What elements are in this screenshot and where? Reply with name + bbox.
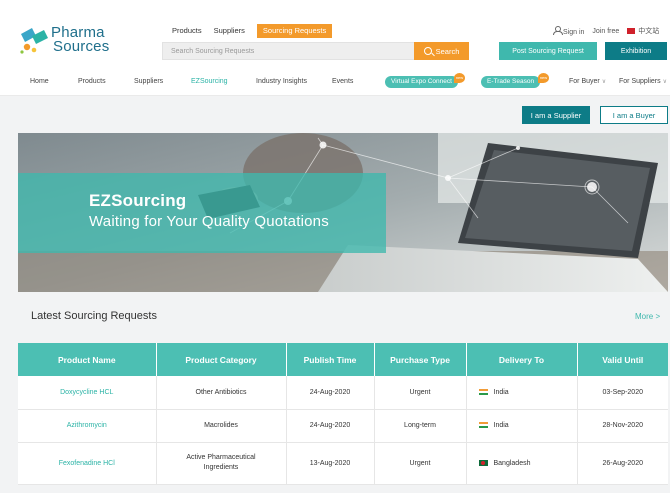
post-sourcing-request-button[interactable]: Post Sourcing Request bbox=[499, 42, 597, 60]
purchase-type: Urgent bbox=[374, 442, 467, 485]
col-delivery-to: Delivery To bbox=[466, 343, 578, 376]
ezsourcing-banner[interactable]: EZSourcing Waiting for Your Quality Quot… bbox=[18, 133, 668, 292]
publish-time: 24-Aug-2020 bbox=[286, 376, 375, 410]
product-category: Active Pharmaceutical Ingredients bbox=[156, 442, 287, 485]
purchase-type: Long-term bbox=[374, 409, 467, 443]
nav-products[interactable]: Products bbox=[78, 78, 106, 85]
india-flag-icon bbox=[478, 422, 488, 429]
bangladesh-flag-icon bbox=[478, 459, 488, 466]
india-flag-icon bbox=[478, 388, 488, 395]
sourcing-requests-table: Product Name Product Category Publish Ti… bbox=[18, 343, 668, 485]
valid-until: 26-Aug-2020 bbox=[577, 442, 668, 485]
join-free-link[interactable]: Join free bbox=[592, 28, 619, 35]
delivery-to: India bbox=[466, 409, 578, 443]
product-category: Other Antibiotics bbox=[156, 376, 287, 410]
language-switch[interactable]: 中文站 bbox=[627, 26, 659, 36]
nav-ezsourcing[interactable]: EZSourcing bbox=[191, 78, 228, 85]
table-header-row: Product Name Product Category Publish Ti… bbox=[18, 343, 668, 376]
user-icon bbox=[553, 26, 563, 35]
table-row[interactable]: Fexofenadine HCl Active Pharmaceutical I… bbox=[18, 442, 668, 485]
nav-suppliers[interactable]: Suppliers bbox=[134, 78, 163, 85]
account-links: Sign in Join free 中文站 bbox=[553, 26, 659, 36]
publish-time: 13-Aug-2020 bbox=[286, 442, 375, 485]
col-valid-until: Valid Until bbox=[577, 343, 668, 376]
table-row[interactable]: Doxycycline HCL Other Antibiotics 24-Aug… bbox=[18, 376, 668, 410]
banner-subtitle: Waiting for Your Quality Quotations bbox=[89, 213, 329, 230]
valid-until: 03-Sep-2020 bbox=[577, 376, 668, 410]
product-category: Macrolides bbox=[156, 409, 287, 443]
product-name-link[interactable]: Fexofenadine HCl bbox=[18, 442, 157, 485]
i-am-buyer-button[interactable]: I am a Buyer bbox=[600, 106, 668, 124]
valid-until: 28-Nov-2020 bbox=[577, 409, 668, 443]
nav-virtual-expo-connect[interactable]: Virtual Expo Connect bbox=[385, 76, 458, 88]
col-product-category: Product Category bbox=[156, 343, 287, 376]
table-row[interactable]: Azithromycin Macrolides 24-Aug-2020 Long… bbox=[18, 409, 668, 443]
search-icon bbox=[423, 47, 432, 55]
exhibition-button[interactable]: Exhibition bbox=[605, 42, 667, 60]
logo-mark-icon bbox=[20, 28, 48, 54]
new-badge: new bbox=[538, 73, 549, 83]
main-nav: Home Products Suppliers EZSourcing Indus… bbox=[0, 68, 670, 96]
nav-industry-insights[interactable]: Industry Insights bbox=[256, 78, 307, 85]
logo-wordmark: Pharma Sources bbox=[51, 25, 110, 55]
tab-products[interactable]: Products bbox=[166, 24, 208, 38]
delivery-to: India bbox=[466, 376, 578, 410]
china-flag-icon bbox=[627, 28, 636, 35]
new-badge: new bbox=[454, 73, 465, 83]
product-name-link[interactable]: Azithromycin bbox=[18, 409, 157, 443]
purchase-type: Urgent bbox=[374, 376, 467, 410]
col-publish-time: Publish Time bbox=[286, 343, 375, 376]
sign-in-link[interactable]: Sign in bbox=[553, 26, 584, 36]
nav-for-suppliers[interactable]: For Suppliers ∨ bbox=[619, 78, 667, 85]
nav-etrade-season[interactable]: E-Trade Season bbox=[481, 76, 541, 88]
chevron-down-icon: ∨ bbox=[662, 79, 668, 85]
search-input[interactable]: Search Sourcing Requests bbox=[162, 42, 415, 60]
site-header: Pharma Sources Products Suppliers Sourci… bbox=[0, 0, 670, 68]
pharmasources-logo[interactable]: Pharma Sources bbox=[18, 24, 113, 58]
logo-line-2: Sources bbox=[53, 38, 110, 55]
col-purchase-type: Purchase Type bbox=[374, 343, 467, 376]
banner-title: EZSourcing bbox=[89, 191, 187, 210]
search-button-label: Search bbox=[435, 46, 460, 56]
delivery-to: Bangladesh bbox=[466, 442, 578, 485]
section-title: Latest Sourcing Requests bbox=[31, 310, 157, 322]
chevron-down-icon: ∨ bbox=[601, 79, 607, 85]
nav-for-buyer[interactable]: For Buyer ∨ bbox=[569, 78, 606, 85]
search-button[interactable]: Search bbox=[414, 42, 469, 60]
nav-home[interactable]: Home bbox=[30, 78, 49, 85]
col-product-name: Product Name bbox=[18, 343, 157, 376]
publish-time: 24-Aug-2020 bbox=[286, 409, 375, 443]
search-scope-tabs: Products Suppliers Sourcing Requests bbox=[166, 24, 333, 38]
i-am-supplier-button[interactable]: I am a Supplier bbox=[522, 106, 590, 124]
tab-suppliers[interactable]: Suppliers bbox=[208, 24, 251, 38]
nav-events[interactable]: Events bbox=[332, 78, 353, 85]
tab-sourcing-requests[interactable]: Sourcing Requests bbox=[256, 24, 333, 38]
more-link[interactable]: More > bbox=[635, 312, 660, 321]
product-name-link[interactable]: Doxycycline HCL bbox=[18, 376, 157, 410]
